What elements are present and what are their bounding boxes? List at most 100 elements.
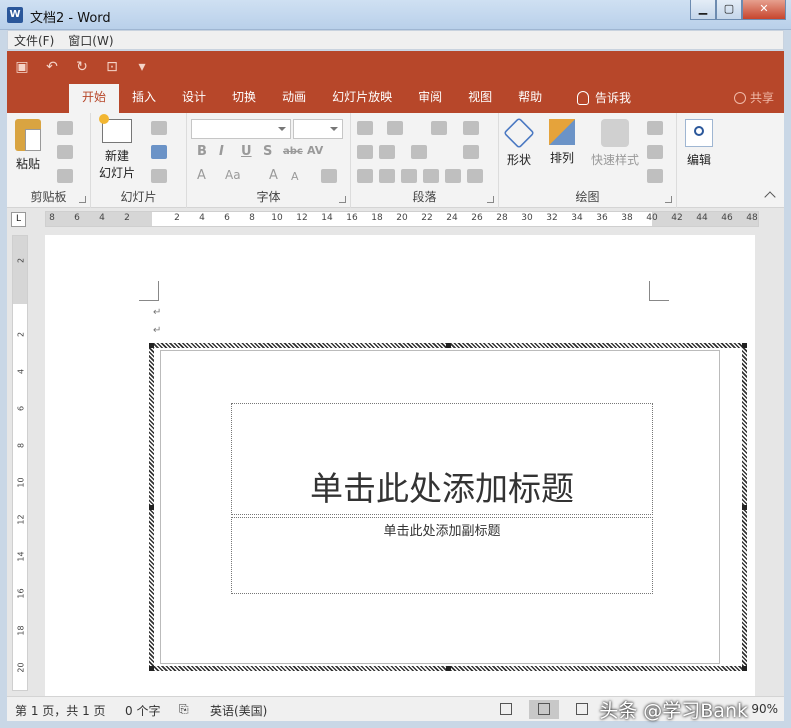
editing-button[interactable]: 编辑 <box>685 119 713 168</box>
clear-format-icon[interactable] <box>321 169 337 183</box>
font-launcher-icon[interactable] <box>339 196 346 203</box>
new-slide-button[interactable]: 新建 幻灯片 <box>99 114 135 181</box>
undo-icon[interactable]: ↶ <box>43 59 61 75</box>
group-font: B I U S abc AV A Aa A A 字体 <box>187 113 351 208</box>
section-icon[interactable] <box>151 169 167 183</box>
read-mode-button[interactable] <box>491 700 521 719</box>
increase-indent-icon[interactable] <box>379 145 395 159</box>
print-layout-button[interactable] <box>529 700 559 719</box>
group-clipboard: 粘贴 剪贴板 <box>7 113 91 208</box>
horizontal-ruler[interactable]: 8 6 4 2 2 4 6 8 10 12 14 16 18 20 22 24 26 28 30 32 34 36 38 40… <box>45 211 759 227</box>
line-spacing-icon[interactable] <box>431 121 447 135</box>
word-count[interactable]: 0 个字 <box>125 702 160 719</box>
maximize-button[interactable]: ▢ <box>716 0 742 20</box>
reset-icon[interactable] <box>151 145 167 159</box>
layout-icon[interactable] <box>151 121 167 135</box>
menu-file[interactable]: 文件(F) <box>14 32 54 49</box>
shape-fill-icon[interactable] <box>647 121 663 135</box>
tab-design[interactable]: 设计 <box>169 84 219 113</box>
resize-handle[interactable] <box>446 666 451 671</box>
page-icon <box>538 703 550 715</box>
customize-qat-icon[interactable]: ▾ <box>133 59 151 75</box>
page-count[interactable]: 第 1 页，共 1 页 <box>15 702 106 719</box>
align-right-icon[interactable] <box>401 169 417 183</box>
slideshow-icon[interactable]: ⊡ <box>103 59 121 75</box>
shapes-button[interactable]: 形状 <box>503 117 535 168</box>
minimize-button[interactable]: ▁ <box>690 0 716 20</box>
distributed-icon[interactable] <box>445 169 461 183</box>
shadow-button[interactable]: S <box>263 144 272 159</box>
shape-outline-icon[interactable] <box>647 145 663 159</box>
document-page[interactable]: ↵ ↵ 单击此处添加标题 单击此处添加副标题 <box>45 235 755 696</box>
drawing-launcher-icon[interactable] <box>665 196 672 203</box>
embedded-slide-object[interactable]: 单击此处添加标题 单击此处添加副标题 <box>149 343 747 671</box>
zoom-level[interactable]: 90% <box>751 702 778 716</box>
paste-button[interactable]: 粘贴 <box>15 119 41 172</box>
tab-help[interactable]: 帮助 <box>505 84 555 113</box>
language-indicator[interactable]: 英语(美国) <box>210 702 267 719</box>
tab-insert[interactable]: 插入 <box>119 84 169 113</box>
tab-home[interactable]: 开始 <box>69 84 120 113</box>
proofing-icon[interactable]: ⎘ <box>179 702 189 717</box>
italic-button[interactable]: I <box>219 144 224 159</box>
decrease-indent-icon[interactable] <box>357 145 373 159</box>
ruler-tick: 24 <box>446 213 458 223</box>
resize-handle[interactable] <box>149 505 154 510</box>
tab-review[interactable]: 审阅 <box>405 84 455 113</box>
align-text-icon[interactable] <box>463 145 479 159</box>
font-name-combo[interactable] <box>191 119 291 139</box>
share-button[interactable]: 共享 <box>733 89 774 106</box>
redo-icon[interactable]: ↻ <box>73 59 91 75</box>
shape-effects-icon[interactable] <box>647 169 663 183</box>
smartart-icon[interactable] <box>467 169 483 183</box>
tab-transitions[interactable]: 切换 <box>219 84 269 113</box>
subtitle-placeholder[interactable]: 单击此处添加副标题 <box>231 517 653 594</box>
justify-icon[interactable] <box>423 169 439 183</box>
paragraph-launcher-icon[interactable] <box>487 196 494 203</box>
resize-handle[interactable] <box>742 505 747 510</box>
window-controls: ▁ ▢ ✕ <box>690 0 786 20</box>
tab-selector[interactable]: L <box>11 212 26 227</box>
font-size-combo[interactable] <box>293 119 343 139</box>
vertical-ruler[interactable]: 2 2 4 6 8 10 12 14 16 18 20 <box>12 235 28 691</box>
web-layout-button[interactable] <box>567 700 597 719</box>
clipboard-launcher-icon[interactable] <box>79 196 86 203</box>
bullets-icon[interactable] <box>357 121 373 135</box>
shrink-font-button[interactable]: A <box>291 170 299 183</box>
strikethrough-button[interactable]: abc <box>283 146 303 157</box>
tab-animations[interactable]: 动画 <box>269 84 319 113</box>
resize-handle[interactable] <box>149 666 154 671</box>
menu-window[interactable]: 窗口(W) <box>68 32 113 49</box>
title-placeholder[interactable]: 单击此处添加标题 <box>231 403 653 515</box>
ruler-tick: 38 <box>621 213 633 223</box>
cut-icon[interactable] <box>57 121 73 135</box>
close-button[interactable]: ✕ <box>742 0 786 20</box>
ruler-tick: 12 <box>296 213 308 223</box>
format-painter-icon[interactable] <box>57 169 73 183</box>
copy-icon[interactable] <box>57 145 73 159</box>
tab-slideshow[interactable]: 幻灯片放映 <box>319 84 405 113</box>
underline-button[interactable]: U <box>241 144 252 159</box>
tab-view[interactable]: 视图 <box>455 84 505 113</box>
save-icon[interactable]: ▣ <box>13 59 31 75</box>
share-label: 共享 <box>749 91 774 105</box>
quick-styles-button[interactable]: 快速样式 <box>591 119 639 168</box>
change-case-button[interactable]: Aa <box>225 168 241 182</box>
text-direction-icon[interactable] <box>411 145 427 159</box>
vruler-tick: 2 <box>16 331 26 338</box>
numbering-icon[interactable] <box>387 121 403 135</box>
grow-font-button[interactable]: A <box>269 168 278 183</box>
resize-handle[interactable] <box>446 343 451 348</box>
align-center-icon[interactable] <box>379 169 395 183</box>
arrange-button[interactable]: 排列 <box>549 119 575 166</box>
tell-me-box[interactable]: 告诉我 <box>577 89 631 106</box>
columns-icon[interactable] <box>463 121 479 135</box>
char-spacing-button[interactable]: AV <box>307 144 323 157</box>
align-left-icon[interactable] <box>357 169 373 183</box>
resize-handle[interactable] <box>742 666 747 671</box>
resize-handle[interactable] <box>149 343 154 348</box>
bold-button[interactable]: B <box>197 144 207 159</box>
collapse-ribbon-icon[interactable] <box>764 191 776 203</box>
resize-handle[interactable] <box>742 343 747 348</box>
font-color-button[interactable]: A <box>197 168 206 183</box>
